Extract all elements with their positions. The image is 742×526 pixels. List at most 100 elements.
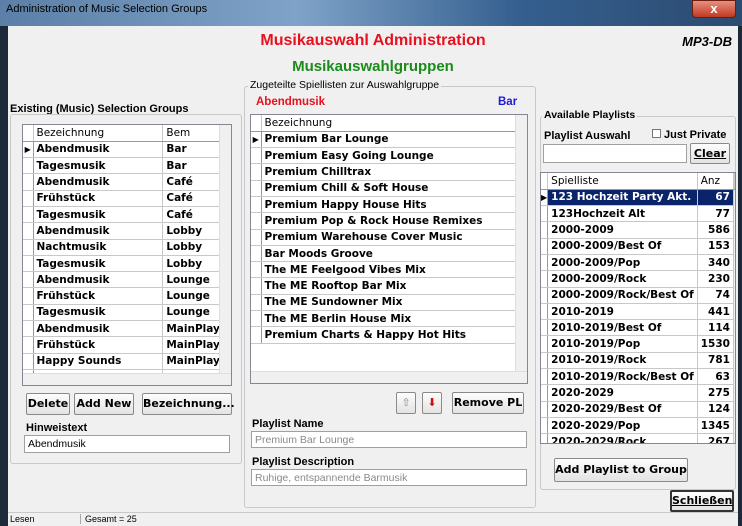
clear-button[interactable]: Clear <box>690 143 730 164</box>
move-up-button[interactable]: ⇧ <box>396 392 416 414</box>
playlist-count-cell[interactable]: 77 <box>697 205 734 223</box>
table-row[interactable]: Frühstück MainPlaye <box>23 336 231 354</box>
scrollbar-track[interactable] <box>733 433 735 443</box>
playlist-filter-input[interactable] <box>543 144 687 163</box>
playlist-name-cell[interactable]: 2010-2019/Pop <box>547 335 698 353</box>
close-window-button[interactable]: Schließen <box>670 490 734 512</box>
scrollbar-track[interactable] <box>733 189 735 206</box>
table-row[interactable]: 2010-2019 441 <box>541 303 735 321</box>
playlist-count-cell[interactable]: 340 <box>697 254 734 272</box>
playlist-name-cell[interactable]: 2000-2009/Pop <box>547 254 698 272</box>
scrollbar-track[interactable] <box>733 352 735 369</box>
playlist-name-cell[interactable]: 2020-2029/Pop <box>547 417 698 435</box>
table-row[interactable]: 2020-2029/Best Of 124 <box>541 401 735 418</box>
table-row[interactable]: Premium Charts & Happy Hot Hits <box>251 326 527 344</box>
table-row[interactable]: The ME Feelgood Vibes Mix <box>251 261 527 279</box>
table-row[interactable]: Abendmusik Lounge <box>23 271 231 289</box>
playlist-name-cell[interactable]: 123 Hochzeit Party Akt. <box>547 189 698 207</box>
playlist-name-cell[interactable]: 2000-2009/Rock/Best Of <box>547 287 698 304</box>
table-row[interactable]: Frühstück Café <box>23 190 231 207</box>
table-row[interactable]: Nachtmusik Lobby <box>23 239 231 256</box>
table-row[interactable]: ▶ Abendmusik Bar <box>23 141 231 159</box>
table-row[interactable]: Frühstück Lounge <box>23 287 231 305</box>
group-name-cell[interactable]: Frühstück <box>33 336 164 354</box>
group-name-cell[interactable]: Nachtmusik <box>33 239 164 256</box>
group-name-cell[interactable]: Happy Sounds <box>33 353 164 370</box>
groups-vscroll[interactable] <box>219 125 231 373</box>
group-name-cell[interactable]: Abendmusik <box>33 320 164 338</box>
table-row[interactable]: Happy Sounds MainPlaye <box>23 353 231 370</box>
table-row[interactable]: 2020-2029 275 <box>541 384 735 402</box>
assigned-hscroll[interactable] <box>251 371 527 383</box>
delete-button[interactable]: Delete <box>26 393 70 415</box>
move-down-button[interactable]: ⬇ <box>422 392 442 414</box>
table-row[interactable]: Tagesmusik Lounge <box>23 304 231 322</box>
column-header-spielliste[interactable]: Spielliste <box>547 173 698 190</box>
table-row[interactable]: Premium Happy House Hits <box>251 196 527 214</box>
playlist-count-cell[interactable]: 114 <box>697 319 734 337</box>
playlist-count-cell[interactable]: 781 <box>697 352 734 370</box>
table-row[interactable]: Premium Warehouse Cover Music <box>251 229 527 246</box>
scrollbar-track[interactable] <box>733 303 735 320</box>
assigned-playlist-cell[interactable]: The ME Berlin House Mix <box>261 310 527 328</box>
group-name-cell[interactable]: Tagesmusik <box>33 304 164 322</box>
scrollbar-track[interactable] <box>733 384 735 402</box>
group-name-cell[interactable]: Frühstück <box>33 190 164 207</box>
rename-button[interactable]: Bezeichnung... <box>142 393 235 415</box>
playlist-name-cell[interactable]: 2010-2019/Rock/Best Of <box>547 368 698 386</box>
scrollbar-track[interactable] <box>733 238 735 255</box>
column-header-anz[interactable]: Anz <box>697 173 734 190</box>
group-name-cell[interactable]: Abendmusik <box>33 173 164 191</box>
assigned-playlist-cell[interactable]: Premium Bar Lounge <box>261 131 527 149</box>
assigned-playlist-cell[interactable]: Bar Moods Groove <box>261 245 527 263</box>
remove-playlist-button[interactable]: Remove PL <box>452 392 524 414</box>
assigned-playlist-cell[interactable]: Premium Chill & Soft House <box>261 180 527 197</box>
groups-grid[interactable]: Bezeichnung Bem ▶ Abendmusik Bar Tagesmu… <box>22 124 232 386</box>
playlist-count-cell[interactable]: 124 <box>697 401 734 418</box>
scrollbar-track[interactable] <box>733 401 735 418</box>
group-name-cell[interactable]: Frühstück <box>33 287 164 305</box>
table-row[interactable]: 2000-2009/Pop 340 <box>541 254 735 272</box>
assigned-playlist-cell[interactable]: Premium Easy Going Lounge <box>261 147 527 165</box>
assigned-playlist-cell[interactable]: The ME Sundowner Mix <box>261 294 527 312</box>
table-row[interactable]: 2000-2009 586 <box>541 221 735 239</box>
table-row[interactable]: Abendmusik Lobby <box>23 222 231 240</box>
just-private-checkbox[interactable] <box>652 129 661 138</box>
table-row[interactable]: Premium Easy Going Lounge <box>251 147 527 165</box>
group-name-cell[interactable]: Abendmusik <box>33 141 164 159</box>
table-row[interactable]: Bar Moods Groove <box>251 245 527 263</box>
playlist-name-cell[interactable]: 2000-2009 <box>547 221 698 239</box>
available-playlists-grid[interactable]: Spielliste Anz ▶ 123 Hochzeit Party Akt.… <box>540 172 736 444</box>
playlist-description-input[interactable]: Ruhige, entspannende Barmusik <box>251 469 527 486</box>
assigned-playlist-cell[interactable]: The ME Rooftop Bar Mix <box>261 277 527 295</box>
playlist-count-cell[interactable]: 230 <box>697 270 734 288</box>
table-row[interactable]: 2000-2009/Best Of 153 <box>541 238 735 255</box>
playlist-name-cell[interactable]: 123Hochzeit Alt <box>547 205 698 223</box>
playlist-name-cell[interactable]: 2010-2019 <box>547 303 698 321</box>
assigned-playlist-cell[interactable]: Premium Charts & Happy Hot Hits <box>261 326 527 344</box>
assigned-playlist-cell[interactable]: Premium Chilltrax <box>261 163 527 181</box>
playlist-count-cell[interactable]: 441 <box>697 303 734 321</box>
scrollbar-track[interactable] <box>733 368 735 385</box>
table-row[interactable]: Premium Pop & Rock House Remixes <box>251 212 527 230</box>
playlist-count-cell[interactable]: 586 <box>697 221 734 239</box>
scrollbar-track[interactable] <box>733 221 735 239</box>
playlist-count-cell[interactable]: 267 <box>697 433 734 443</box>
scrollbar-track[interactable] <box>733 270 735 288</box>
playlist-count-cell[interactable]: 67 <box>697 189 734 207</box>
groups-hscroll[interactable] <box>23 373 231 385</box>
assigned-playlist-cell[interactable]: Premium Pop & Rock House Remixes <box>261 212 527 230</box>
add-new-button[interactable]: Add New <box>74 393 134 415</box>
table-row[interactable]: 2010-2019/Rock/Best Of 63 <box>541 368 735 386</box>
table-row[interactable]: 2020-2029/Rock 267 <box>541 433 735 443</box>
table-row[interactable]: 2010-2019/Rock 781 <box>541 352 735 370</box>
column-header-bezeichnung-middle[interactable]: Bezeichnung <box>261 115 527 132</box>
assigned-playlist-cell[interactable]: The ME Feelgood Vibes Mix <box>261 261 527 279</box>
group-name-cell[interactable]: Tagesmusik <box>33 206 164 224</box>
add-playlist-to-group-button[interactable]: Add Playlist to Group <box>554 458 688 482</box>
table-row[interactable]: Abendmusik Café <box>23 173 231 191</box>
group-name-cell[interactable]: Tagesmusik <box>33 255 164 273</box>
table-row[interactable]: The ME Berlin House Mix <box>251 310 527 328</box>
column-header-bezeichnung[interactable]: Bezeichnung <box>33 125 164 142</box>
playlist-name-cell[interactable]: 2000-2009/Best Of <box>547 238 698 255</box>
